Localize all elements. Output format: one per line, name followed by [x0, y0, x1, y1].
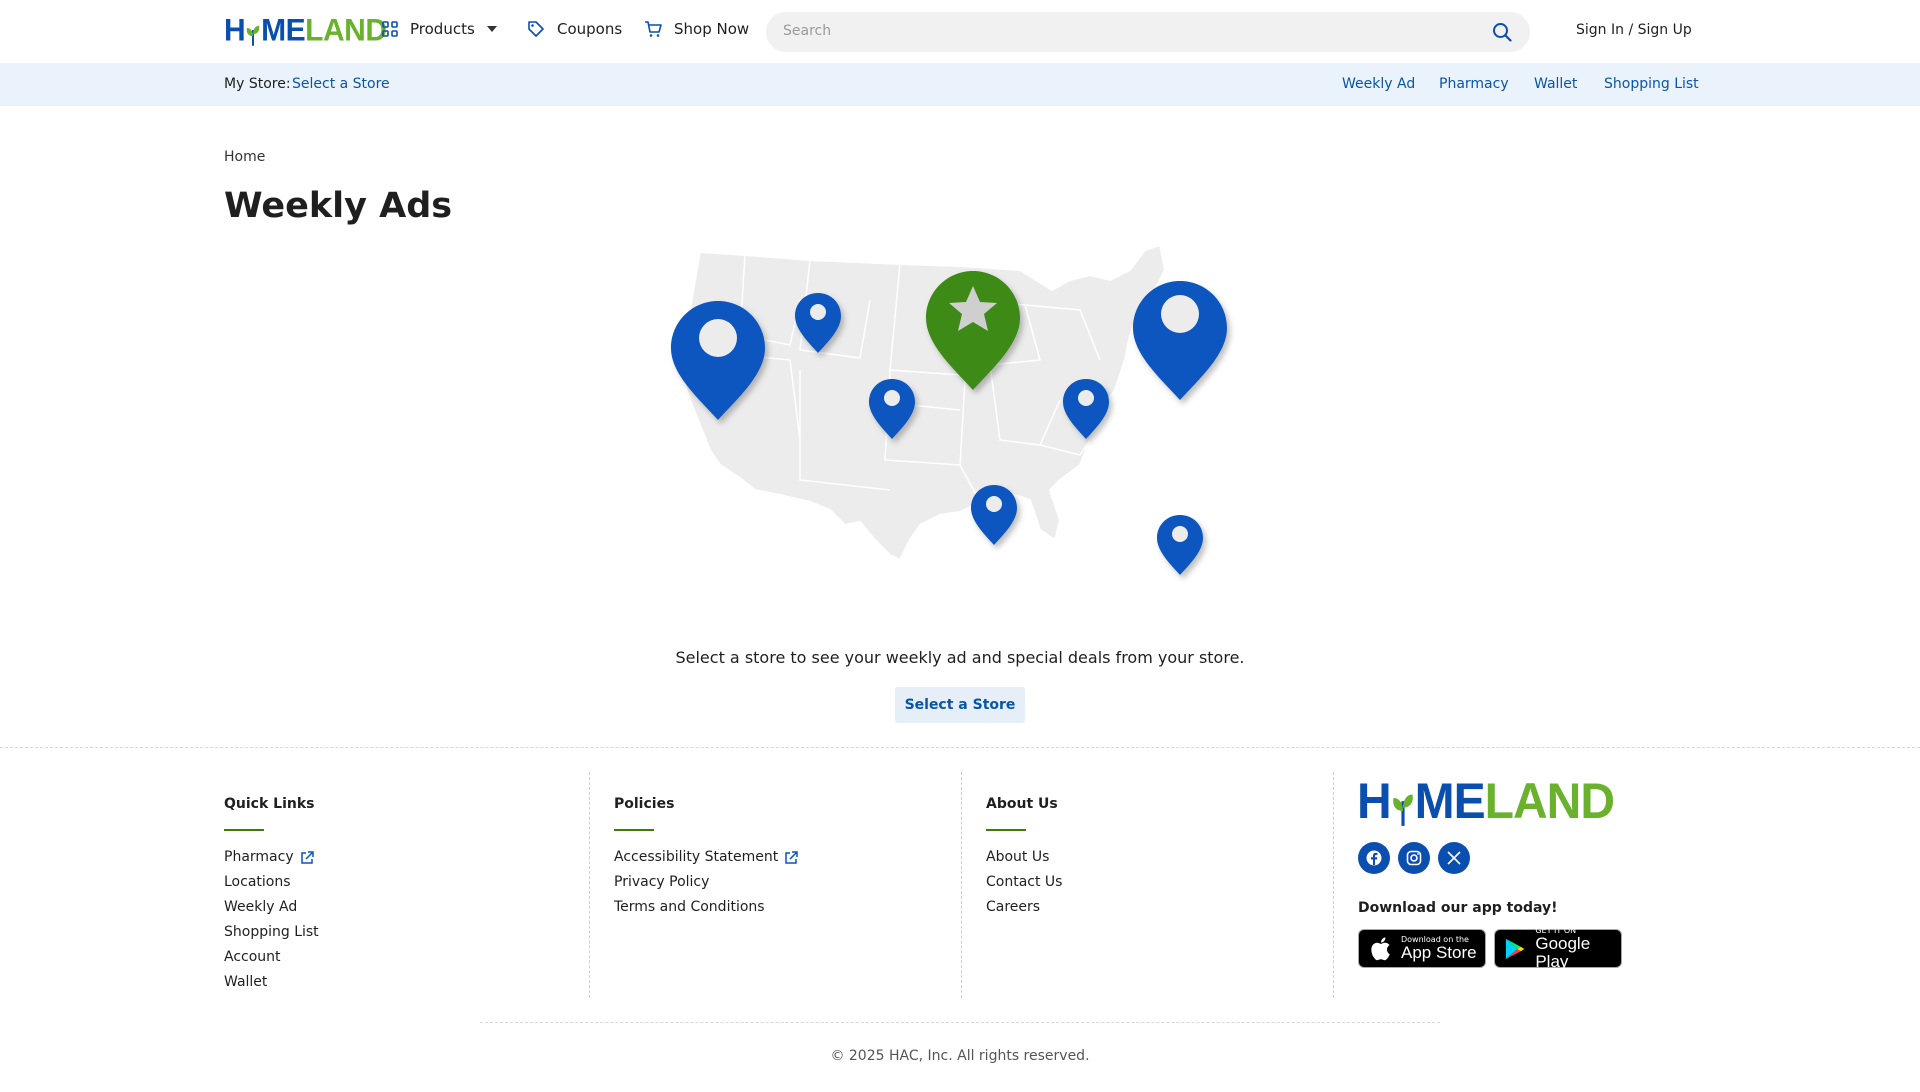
nav-shop-now-label: Shop Now — [674, 20, 750, 38]
store-bar: My Store: Select a Store Weekly Ad Pharm… — [0, 63, 1920, 106]
facebook-icon[interactable] — [1358, 842, 1390, 874]
footer-link-careers[interactable]: Careers — [986, 895, 1062, 920]
leaf-icon — [246, 19, 260, 46]
app-download-title: Download our app today! — [1358, 900, 1558, 916]
external-link-icon — [300, 850, 314, 864]
logo-text-land: LAND — [305, 13, 387, 48]
tag-icon — [528, 21, 544, 37]
site-header: H ME LAND Products Coupons Shop Now Sear… — [0, 0, 1920, 63]
logo-text-h: H — [1357, 773, 1392, 830]
location-pin-icon — [971, 485, 1017, 545]
search-icon[interactable] — [1492, 22, 1512, 42]
footer-link-about-us[interactable]: About Us — [986, 845, 1062, 870]
top-link-weekly-ad[interactable]: Weekly Ad — [1342, 76, 1415, 92]
app-store-big-text: App Store — [1401, 943, 1477, 962]
location-pin-icon — [1133, 281, 1227, 400]
select-store-button[interactable]: Select a Store — [895, 687, 1025, 723]
app-store-badge[interactable]: Download on the App Store — [1358, 929, 1486, 968]
footer-policies: Policies Accessibility Statement Privacy… — [614, 772, 954, 998]
leaf-icon — [1392, 783, 1414, 826]
breadcrumb[interactable]: Home — [224, 149, 265, 165]
footer-link-shopping-list[interactable]: Shopping List — [224, 920, 319, 945]
search-input[interactable]: Search — [783, 23, 831, 39]
footer-link-contact-us[interactable]: Contact Us — [986, 870, 1062, 895]
footer-about: About Us About Us Contact Us Careers — [986, 772, 1326, 998]
select-store-prompt: Select a store to see your weekly ad and… — [675, 648, 1245, 667]
google-play-icon — [1505, 938, 1525, 959]
top-link-shopping-list[interactable]: Shopping List — [1604, 76, 1699, 92]
my-store-label: My Store: — [224, 76, 291, 92]
copyright-text: © 2025 HAC, Inc. All rights reserved. — [830, 1048, 1090, 1064]
footer-bottom-divider — [480, 1022, 1440, 1023]
nav-products-label: Products — [410, 20, 475, 38]
footer-link-locations[interactable]: Locations — [224, 870, 319, 895]
caret-down-icon — [486, 26, 497, 32]
footer-link-privacy[interactable]: Privacy Policy — [614, 870, 798, 895]
google-play-badge[interactable]: GET IT ON Google Play — [1494, 926, 1622, 971]
us-map-illustration — [671, 243, 1227, 575]
external-link-icon — [785, 850, 799, 864]
logo-text-me: ME — [261, 13, 306, 48]
footer-link-terms[interactable]: Terms and Conditions — [614, 895, 798, 920]
google-play-big-text: Google Play — [1535, 934, 1591, 971]
logo-text-h: H — [224, 13, 246, 48]
apple-icon — [1371, 936, 1390, 960]
footer-homeland-logo[interactable]: H ME LAND — [1357, 773, 1615, 831]
footer-column-divider — [1333, 772, 1334, 998]
select-store-link[interactable]: Select a Store — [292, 76, 390, 92]
sign-in-link[interactable]: Sign In / Sign Up — [1576, 22, 1692, 38]
policies-title: Policies — [614, 796, 675, 812]
nav-coupons[interactable]: Coupons — [527, 20, 622, 38]
nav-coupons-label: Coupons — [557, 20, 623, 38]
footer-column-divider — [961, 772, 962, 998]
heading-underline — [224, 829, 264, 831]
heading-underline — [614, 829, 654, 831]
cart-icon — [645, 21, 662, 37]
footer-link-account[interactable]: Account — [224, 945, 319, 970]
footer-link-pharmacy[interactable]: Pharmacy — [224, 845, 319, 870]
footer-link-weekly-ad[interactable]: Weekly Ad — [224, 895, 319, 920]
grid-icon — [382, 21, 398, 37]
nav-shop-now[interactable]: Shop Now — [644, 20, 749, 38]
logo-text-me: ME — [1414, 773, 1486, 830]
top-link-wallet[interactable]: Wallet — [1534, 76, 1577, 92]
logo-text-land: LAND — [1484, 773, 1615, 830]
top-link-pharmacy[interactable]: Pharmacy — [1439, 76, 1509, 92]
footer-link-label: Pharmacy — [224, 849, 294, 865]
page-title: Weekly Ads — [224, 186, 453, 226]
homeland-logo[interactable]: H ME LAND — [224, 13, 387, 49]
heading-underline — [986, 829, 1026, 831]
footer-link-label: Accessibility Statement — [614, 849, 779, 865]
nav-products[interactable]: Products — [382, 20, 497, 38]
about-title: About Us — [986, 796, 1058, 812]
footer-column-divider — [589, 772, 590, 998]
search-bar[interactable]: Search — [766, 12, 1530, 52]
footer-quick-links: Quick Links Pharmacy Locations Weekly Ad… — [224, 772, 584, 998]
footer-link-wallet[interactable]: Wallet — [224, 970, 319, 995]
quick-links-title: Quick Links — [224, 796, 315, 812]
footer-link-accessibility[interactable]: Accessibility Statement — [614, 845, 799, 870]
x-twitter-icon[interactable] — [1438, 842, 1470, 874]
instagram-icon[interactable] — [1398, 842, 1430, 874]
footer-divider — [0, 747, 1920, 748]
location-pin-icon — [1157, 515, 1203, 575]
